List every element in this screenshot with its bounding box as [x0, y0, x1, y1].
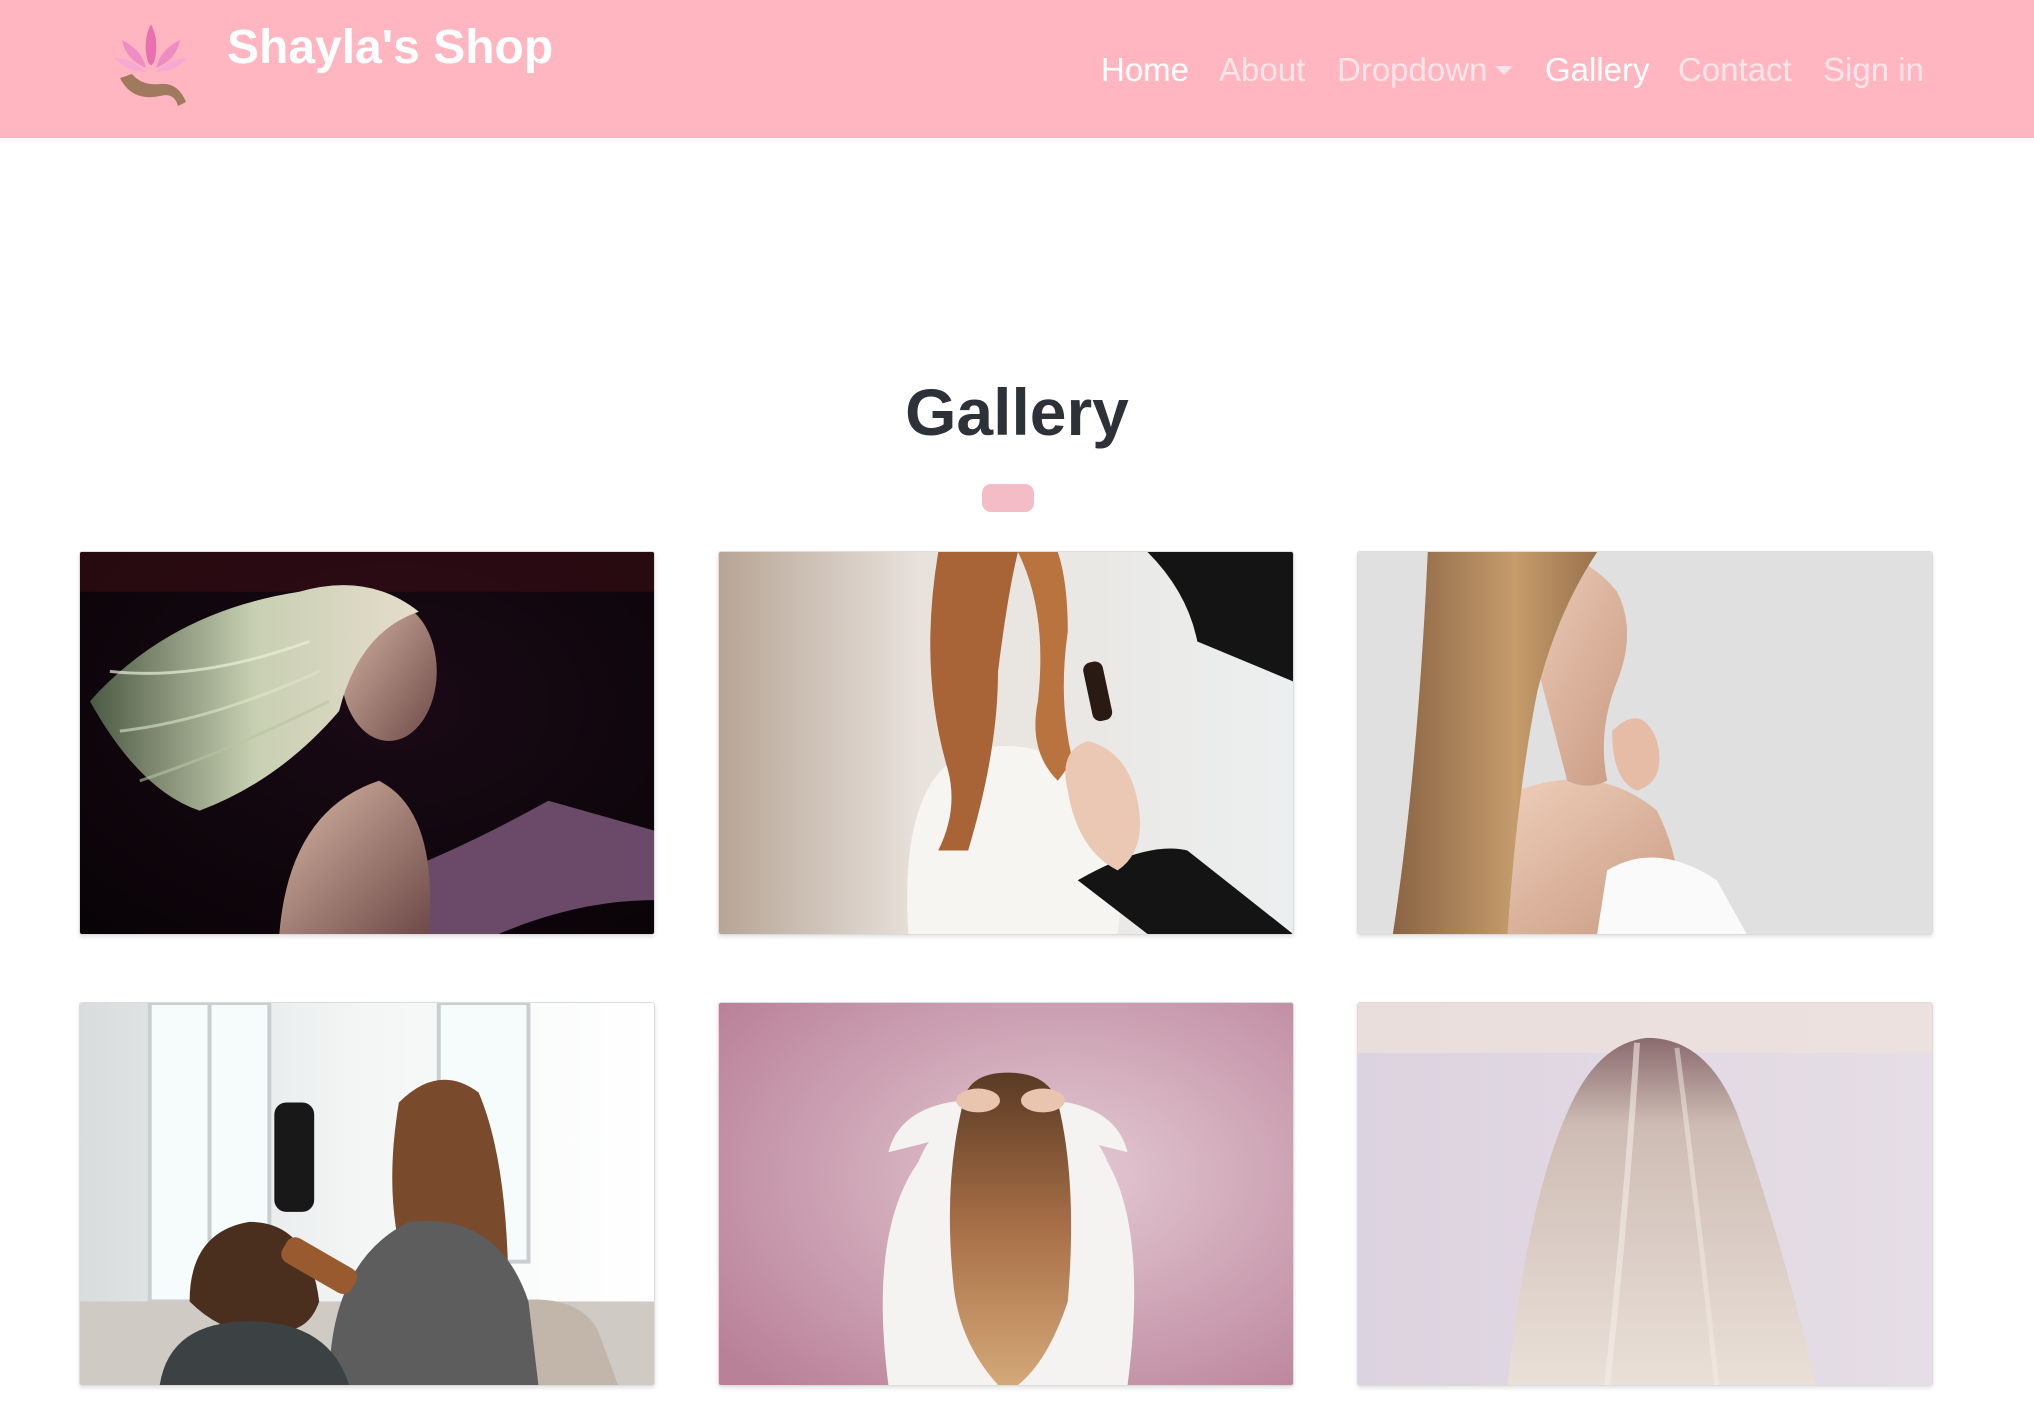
nav-item-contact[interactable]: Contact: [1678, 46, 1792, 94]
gallery-photo-hairstyling-curls[interactable]: [718, 551, 1294, 935]
nav-item-home[interactable]: Home: [1101, 46, 1189, 94]
gallery-photo-salon-blow-dry[interactable]: [79, 1002, 655, 1386]
page-title: Gallery: [905, 375, 1129, 450]
navbar: Shayla's Shop Home About Dropdown Galler…: [0, 0, 2034, 138]
nav-item-sign-in[interactable]: Sign in: [1823, 46, 1924, 94]
photo-image: [80, 552, 654, 934]
photo-image: [1358, 1003, 1932, 1385]
main-nav: Home About Dropdown Gallery Contact Sign…: [0, 46, 2034, 94]
nav-item-dropdown[interactable]: Dropdown: [1337, 46, 1514, 94]
nav-item-dropdown-label: Dropdown: [1337, 51, 1488, 88]
photo-image: [719, 1003, 1293, 1385]
photo-image: [1358, 552, 1932, 934]
gallery-photo-sleek-blonde-hair-back[interactable]: [1357, 1002, 1933, 1386]
title-divider: [982, 484, 1034, 512]
gallery-photo-straight-brown-hair-profile[interactable]: [1357, 551, 1933, 935]
gallery-photo-windblown-blonde-hair[interactable]: [79, 551, 655, 935]
gallery-photo-wavy-hair-back-pink-wall[interactable]: [718, 1002, 1294, 1386]
nav-item-about[interactable]: About: [1219, 46, 1305, 94]
nav-item-gallery[interactable]: Gallery: [1545, 46, 1650, 94]
caret-down-icon: [1495, 66, 1514, 75]
photo-image: [719, 552, 1293, 934]
photo-image: [80, 1003, 654, 1385]
